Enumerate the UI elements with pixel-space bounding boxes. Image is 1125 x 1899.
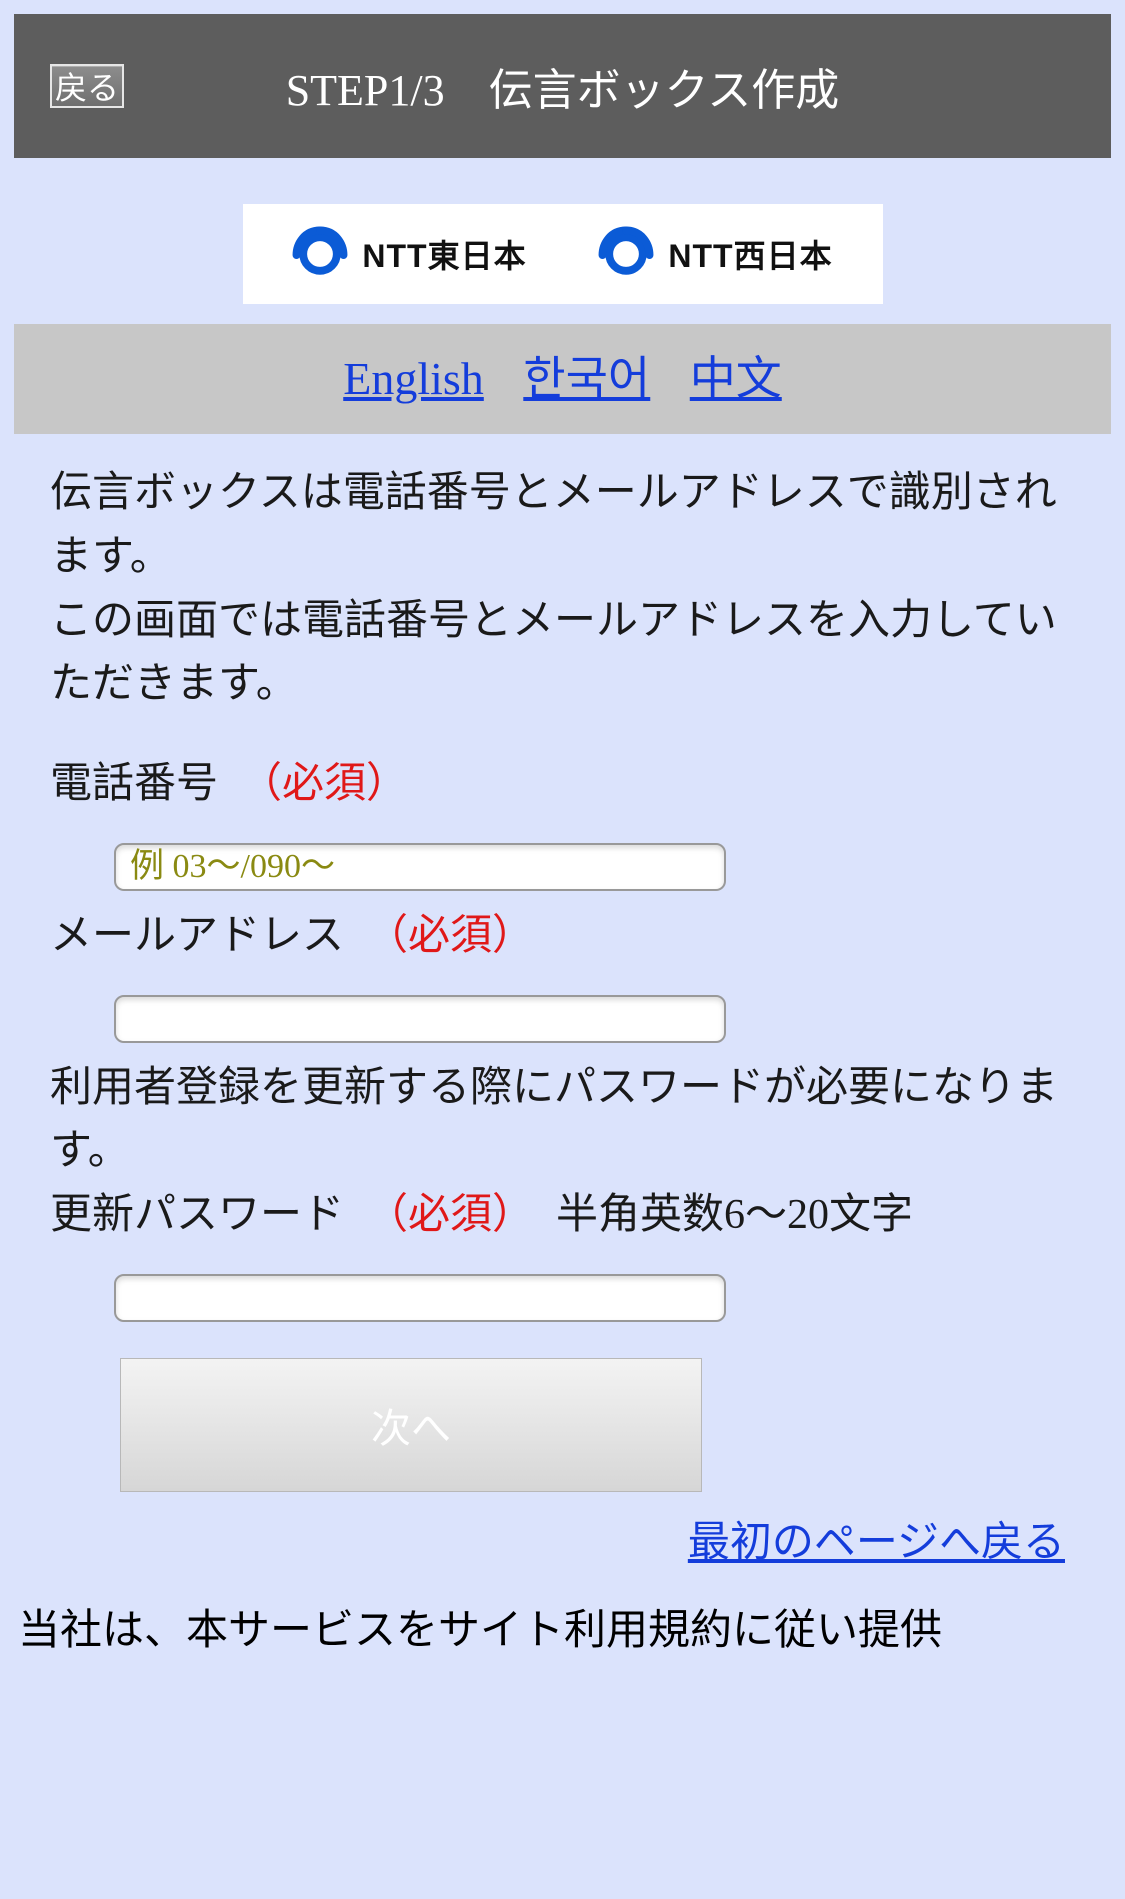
next-button[interactable]: 次へ — [120, 1358, 702, 1492]
logo-box: NTT東日本 NTT西日本 — [243, 204, 883, 304]
ntt-west-icon — [598, 226, 654, 282]
phone-required: （必須） — [240, 753, 408, 817]
email-label: メールアドレス — [50, 905, 344, 969]
email-required: （必須） — [366, 905, 534, 969]
footer-text: 当社は、本サービスをサイト利用規約に従い提供 — [18, 1608, 942, 1654]
brand-ntt-west: NTT西日本 — [598, 226, 832, 282]
phone-label: 電話番号 — [50, 753, 218, 817]
lang-korean-link[interactable]: 한국어 — [523, 353, 650, 404]
return-top-link[interactable]: 最初のページへ戻る — [688, 1520, 1065, 1566]
brand-west-label: NTT西日本 — [668, 231, 832, 277]
page-title: STEP1/3 伝言ボックス作成 — [14, 54, 1111, 118]
intro-line-2: この画面では電話番号とメールアドレスを入力していただきます。 — [50, 590, 1075, 718]
password-required: （必須） — [366, 1184, 534, 1248]
password-input[interactable] — [114, 1274, 726, 1322]
ntt-east-icon — [292, 226, 348, 282]
password-label: 更新パスワード — [50, 1184, 344, 1248]
lang-english-link[interactable]: English — [343, 353, 484, 404]
password-hint: 半角英数6〜20文字 — [556, 1184, 913, 1248]
phone-input[interactable] — [114, 843, 726, 891]
lang-chinese-link[interactable]: 中文 — [690, 353, 782, 404]
logo-area: NTT東日本 NTT西日本 — [14, 158, 1111, 324]
brand-east-label: NTT東日本 — [362, 231, 526, 277]
intro-line-1: 伝言ボックスは電話番号とメールアドレスで識別されます。 — [50, 462, 1075, 590]
header-bar: 戻る STEP1/3 伝言ボックス作成 — [14, 14, 1111, 158]
password-instruction: 利用者登録を更新する際にパスワードが必要になります。 — [50, 1057, 1075, 1185]
language-bar: English 한국어 中文 — [14, 324, 1111, 434]
email-input[interactable] — [114, 995, 726, 1043]
brand-ntt-east: NTT東日本 — [292, 226, 526, 282]
